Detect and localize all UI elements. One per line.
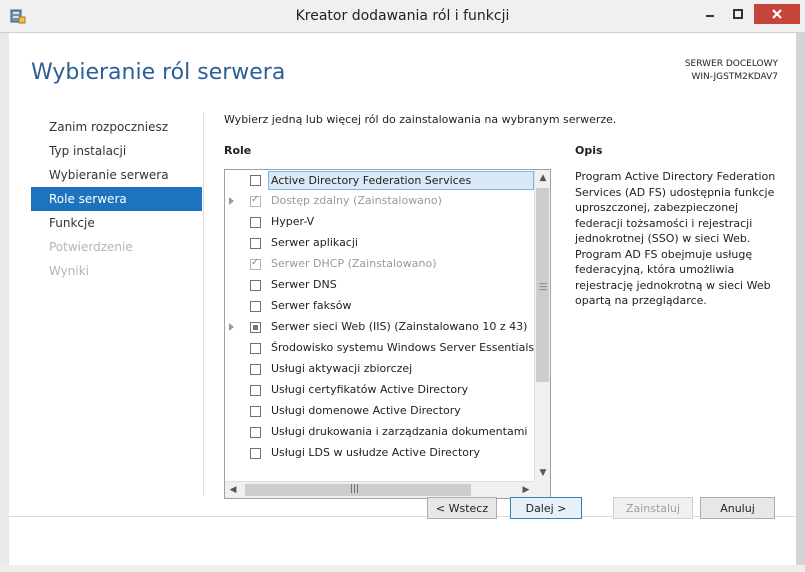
horizontal-scrollbar[interactable]: ◀ ||| ▶ [225,481,534,498]
role-label: Środowisko systemu Windows Server Essent… [271,341,534,354]
role-label: Usługi LDS w usłudze Active Directory [271,446,481,459]
target-server-name: WIN-JGSTM2KDAV7 [691,72,778,82]
role-label: Serwer DHCP (Zainstalowano) [271,257,437,270]
role-description: Program Active Directory Federation Serv… [575,170,776,307]
role-checkbox[interactable] [250,217,261,228]
role-checkbox[interactable] [250,322,261,333]
hscroll-grip-icon: ||| [350,484,360,494]
nav-item-server-selection[interactable]: Wybieranie serwera [31,163,202,187]
roles-tree-rows: Active Directory Federation Services Dost… [225,170,534,481]
role-row[interactable]: Serwer faksów [225,296,534,317]
role-label: Active Directory Federation Services [268,171,534,190]
role-label: Serwer DNS [271,278,337,291]
scroll-left-icon[interactable]: ◀ [225,482,241,498]
role-label: Usługi aktywacji zbiorczej [271,362,413,375]
roles-header: Role [224,144,252,157]
page-title: Wybieranie ról serwera [31,60,286,85]
nav-item-results: Wyniki [49,264,89,278]
nav-item-before-you-begin[interactable]: Zanim rozpoczniesz [31,115,202,139]
window-border-left [0,33,9,565]
role-row[interactable]: Dostęp zdalny (Zainstalowano) [225,191,534,212]
window-title: Kreator dodawania ról i funkcji [295,8,510,24]
role-row[interactable]: Serwer aplikacji [225,233,534,254]
role-label: Usługi drukowania i zarządzania dokument… [271,425,528,438]
role-row[interactable]: Serwer sieci Web (IIS) (Zainstalowano 10… [225,317,534,338]
role-row[interactable]: Serwer DNS [225,275,534,296]
role-checkbox [250,257,261,270]
next-button[interactable]: Dalej > [510,497,582,519]
role-checkbox[interactable] [250,175,261,186]
cancel-button[interactable]: Anuluj [700,497,775,519]
role-row[interactable]: Serwer DHCP (Zainstalowano) [225,254,534,275]
nav-item-features[interactable]: Funkcje [31,211,202,235]
window-border-right [796,33,805,565]
scroll-right-icon[interactable]: ▶ [518,482,534,498]
scroll-down-icon[interactable]: ▼ [535,465,550,481]
close-button[interactable] [754,4,800,24]
role-checkbox[interactable] [250,364,261,375]
role-checkbox[interactable] [250,406,261,417]
role-row[interactable]: Usługi domenowe Active Directory [225,401,534,422]
horizontal-scroll-thumb[interactable]: ||| [245,484,471,496]
expand-arrow-icon[interactable] [229,197,234,205]
target-server-label: SERWER DOCELOWY [684,59,778,69]
close-icon [772,9,782,19]
title-bar[interactable]: Kreator dodawania ról i funkcji [0,0,805,33]
nav-item-server-roles[interactable]: Role serwera [31,187,202,211]
role-label: Serwer aplikacji [271,236,358,249]
target-server-info: SERWER DOCELOWY WIN-JGSTM2KDAV7 [685,58,778,84]
expand-arrow-icon[interactable] [229,323,234,331]
wizard-content: Wybieranie ról serwera SERWER DOCELOWY W… [9,33,796,565]
vertical-scrollbar[interactable]: ▲ — — — ▼ [534,170,550,481]
install-button: Zainstaluj [613,497,693,519]
maximize-icon [733,9,743,19]
wizard-window: Kreator dodawania ról i funkcji Wybieran… [0,0,805,572]
role-checkbox[interactable] [250,448,261,459]
scroll-grip-icon: — — — [539,279,547,294]
role-row[interactable]: Usługi LDS w usłudze Active Directory [225,443,534,464]
role-checkbox[interactable] [250,280,261,291]
nav-item-installation-type[interactable]: Typ instalacji [31,139,202,163]
role-row[interactable]: Active Directory Federation Services [225,170,534,191]
role-row[interactable]: Usługi drukowania i zarządzania dokument… [225,422,534,443]
instruction-text: Wybierz jedną lub więcej ról do zainstal… [224,113,617,126]
description-header: Opis [575,144,603,157]
role-label: Hyper-V [271,215,315,228]
role-checkbox[interactable] [250,238,261,249]
role-checkbox[interactable] [250,427,261,438]
role-label: Serwer faksów [271,299,352,312]
role-row[interactable]: Hyper-V [225,212,534,233]
role-label: Usługi certyfikatów Active Directory [271,383,469,396]
role-label: Serwer sieci Web (IIS) (Zainstalowano 10… [271,320,528,333]
role-checkbox[interactable] [250,301,261,312]
role-row[interactable]: Środowisko systemu Windows Server Essent… [225,338,534,359]
scroll-up-icon[interactable]: ▲ [535,170,550,186]
role-row[interactable]: Usługi certyfikatów Active Directory [225,380,534,401]
nav-divider [203,113,204,496]
scroll-corner [534,481,550,497]
nav-item-confirmation: Potwierdzenie [49,240,133,254]
role-label: Usługi domenowe Active Directory [271,404,461,417]
roles-tree[interactable]: Active Directory Federation Services Dost… [224,169,551,499]
maximize-button[interactable] [726,4,750,24]
minimize-button[interactable] [698,4,722,24]
wizard-nav: Zanim rozpoczniesz Typ instalacji Wybier… [31,115,202,283]
back-button[interactable]: < Wstecz [427,497,497,519]
window-border-bottom [0,565,805,572]
role-checkbox [250,194,261,207]
role-checkbox[interactable] [250,343,261,354]
role-row[interactable]: Usługi aktywacji zbiorczej [225,359,534,380]
vertical-scroll-thumb[interactable]: — — — [536,188,549,382]
role-label: Dostęp zdalny (Zainstalowano) [271,194,442,207]
role-checkbox[interactable] [250,385,261,396]
minimize-icon [706,15,714,17]
